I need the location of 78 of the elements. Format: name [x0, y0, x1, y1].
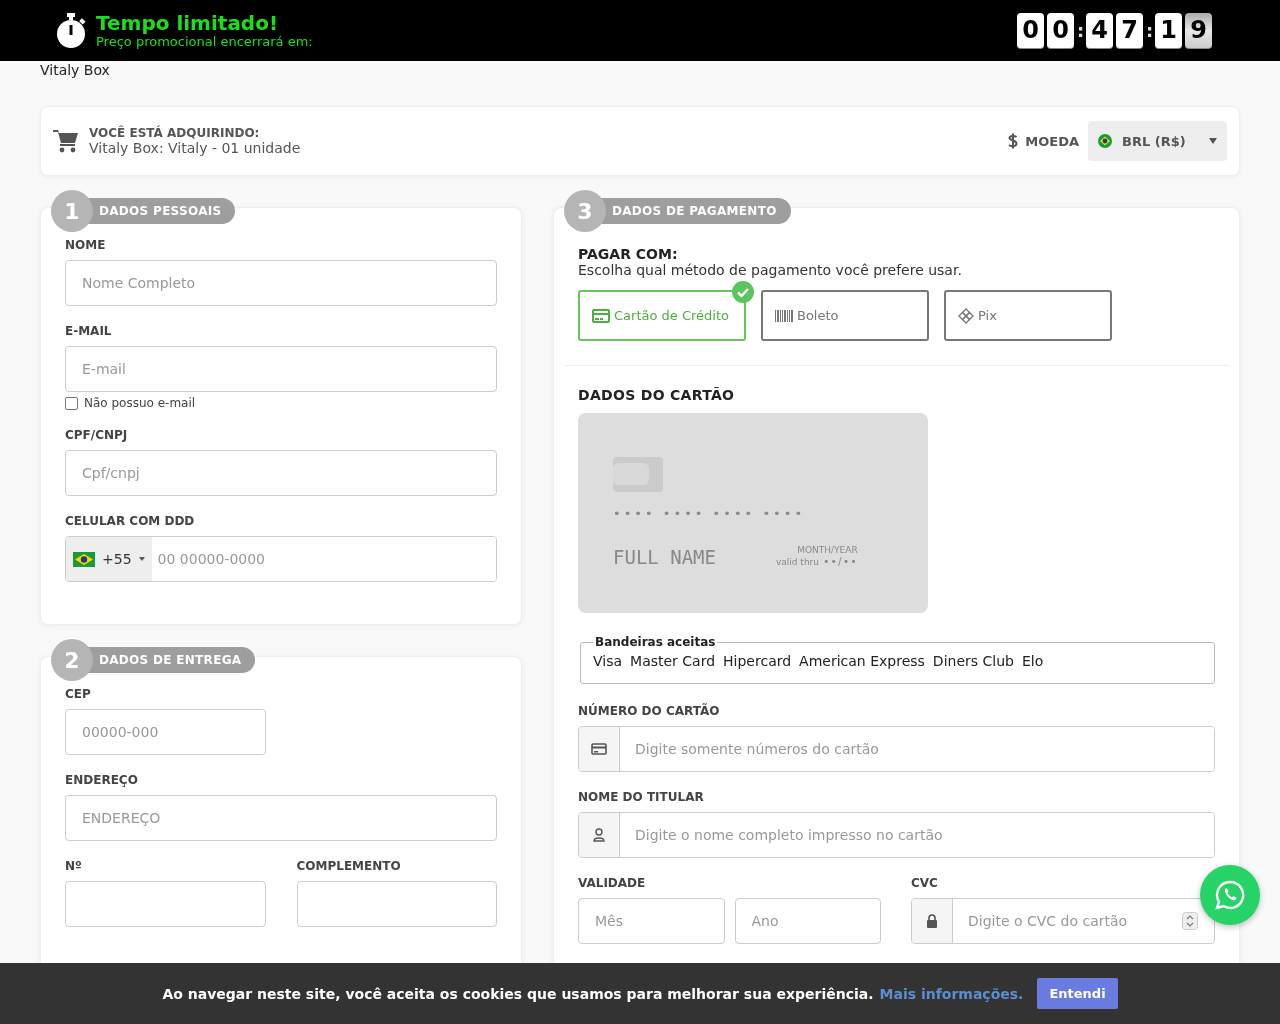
check-icon	[732, 281, 754, 303]
card-data-heading: DADOS DO CARTÃO	[578, 387, 736, 403]
caret-icon	[1209, 138, 1217, 144]
field-label: NÚMERO DO CARTÃO	[578, 704, 721, 719]
cvc-field[interactable]: Digite o CVC do cartão	[911, 898, 1215, 944]
credit-card-icon	[592, 308, 610, 323]
field-label: NOME DO TITULAR	[578, 790, 705, 805]
checkbox[interactable]	[65, 397, 78, 410]
field-label: VALIDADE	[578, 876, 647, 891]
payment-method-option[interactable]: Boleto	[761, 290, 929, 341]
valid-thru-label: valid thru	[775, 556, 819, 567]
card-holder-mask: FULL NAME	[613, 546, 716, 568]
input-field[interactable]: Cpf/cnpj	[65, 450, 497, 496]
barcode-icon	[775, 309, 793, 322]
flag-icon	[1098, 134, 1112, 148]
promo-subtitle: Preço promocional encerrará em:	[96, 34, 313, 49]
currency-select[interactable]: BRL (R$)	[1088, 121, 1227, 161]
field-label: COMPLEMENTO	[296, 859, 402, 874]
input-field[interactable]: E-mail	[65, 346, 497, 392]
timer-digit: 1	[1155, 12, 1182, 49]
brand-name: Master Card	[630, 653, 716, 669]
flag-icon	[73, 551, 95, 567]
field-label: Nº	[65, 859, 83, 874]
country-code-select[interactable]: +55	[66, 537, 152, 581]
timer-separator: :	[1146, 20, 1152, 41]
timer-digit: 0	[1017, 12, 1044, 49]
more-info-link[interactable]: Mais informações.	[879, 985, 1024, 1002]
timer-digit: 7	[1116, 12, 1143, 49]
month-year-label: MONTH/YEAR	[796, 545, 858, 555]
input-field[interactable]: Nome Completo	[65, 260, 497, 306]
chat-phone-icon	[1214, 879, 1246, 911]
field-label: ENDEREÇO	[65, 773, 139, 788]
pay-hint: Escolha qual método de pagamento você prefere usar.	[578, 262, 963, 278]
payment-method-option[interactable]: Cartão de Crédito	[578, 290, 746, 341]
dollar-icon	[1008, 133, 1019, 149]
field-label: CPF/CNPJ	[65, 428, 129, 443]
brand-name: American Express	[799, 653, 925, 669]
brand-name: Visa	[593, 653, 623, 669]
input-field[interactable]	[296, 881, 497, 927]
lock-icon	[926, 914, 938, 928]
payment-method-option[interactable]: Pix	[944, 290, 1112, 341]
field-label: CVC	[911, 876, 939, 891]
brand-name: Diners Club	[932, 653, 1014, 669]
field-label: CELULAR COM DDD	[65, 514, 196, 529]
cart-icon	[53, 129, 79, 153]
cookie-notice: Ao navegar neste site, você aceita os cookies que usamos para melhorar sua experiência.	[162, 985, 874, 1002]
credit-card-icon	[591, 743, 607, 755]
month-field[interactable]: Mês	[578, 898, 725, 944]
expiry-mask: ••/••	[823, 555, 858, 568]
brand-name: Hipercard	[723, 653, 792, 669]
brands-legend: Bandeiras aceitas	[593, 635, 718, 649]
product-name: Vitaly Box: Vitaly - 01 unidade	[89, 140, 301, 156]
user-icon	[593, 828, 605, 842]
accept-button[interactable]: Entendi	[1037, 978, 1118, 1009]
timer-digit: 4	[1086, 12, 1113, 49]
spinner-arrows-icon	[1182, 912, 1198, 930]
currency-label: MOEDA	[1025, 133, 1079, 149]
field-label: NOME	[65, 238, 107, 253]
checkbox-label: Não possuo e-mail	[84, 395, 196, 410]
phone-field[interactable]: +55 00 00000-0000	[65, 536, 497, 582]
timer-digit: 0	[1047, 12, 1074, 49]
card-number-mask: •••• •••• •••• ••••	[613, 506, 807, 521]
summary-heading: VOCÊ ESTÁ ADQUIRINDO:	[89, 126, 261, 140]
timer-digit: 9	[1185, 12, 1212, 49]
promo-title: Tempo limitado!	[96, 12, 280, 34]
input-field[interactable]: ENDEREÇO	[65, 795, 497, 841]
caret-icon	[138, 557, 145, 561]
brand-name: Elo	[1021, 653, 1044, 669]
field-label: CEP	[65, 687, 92, 702]
input-field[interactable]: 00000-000	[65, 709, 266, 755]
input-field[interactable]	[65, 881, 266, 927]
year-field[interactable]: Ano	[734, 898, 881, 944]
timer-separator: :	[1077, 20, 1083, 41]
pay-with-heading: PAGAR COM:	[578, 246, 679, 262]
diamond-icon	[958, 307, 974, 324]
stopwatch-icon	[55, 12, 87, 49]
field-label: E-MAIL	[65, 324, 113, 339]
store-name: Vitaly Box	[40, 61, 111, 80]
